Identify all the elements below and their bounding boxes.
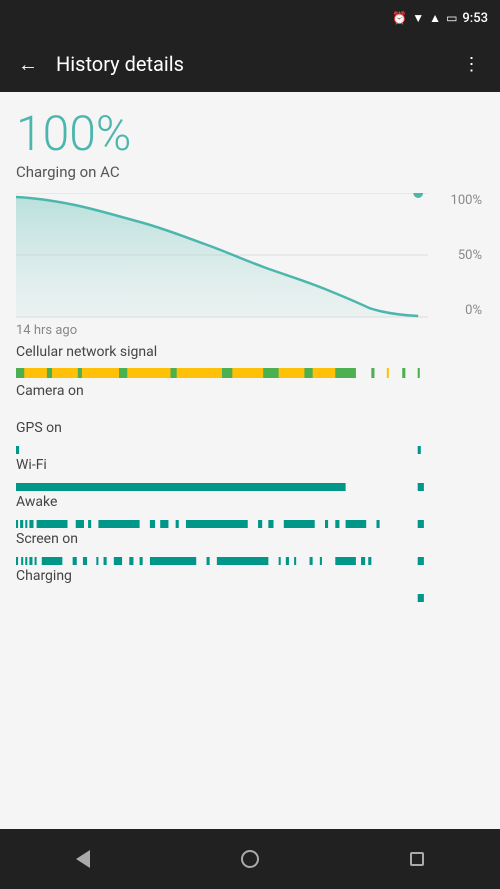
- main-content: 100% Charging on AC: [0, 92, 500, 595]
- alarm-icon: ⏰: [392, 11, 407, 25]
- camera-label: Camera on: [16, 383, 484, 399]
- nav-recents-button[interactable]: [387, 829, 447, 889]
- battery-icon: ▭: [446, 11, 457, 25]
- activity-row-gps: GPS on: [16, 420, 484, 447]
- chart-label-0: 0%: [465, 303, 482, 318]
- gps-label: GPS on: [16, 420, 484, 436]
- screen-label: Screen on: [16, 531, 484, 547]
- activity-row-awake: Awake: [16, 494, 484, 521]
- cellular-bar: [16, 363, 428, 373]
- chart-y-labels: 100% 50% 0%: [430, 193, 484, 318]
- status-icons: ⏰ ▼ ▲ ▭ 9:53: [392, 11, 488, 26]
- activity-row-screen: Screen on: [16, 531, 484, 558]
- navigation-bar: [0, 829, 500, 889]
- cellular-label: Cellular network signal: [16, 344, 484, 360]
- awake-label: Awake: [16, 494, 484, 510]
- app-bar: ← History details ⋮: [0, 36, 500, 92]
- nav-back-button[interactable]: [53, 829, 113, 889]
- battery-svg: [16, 193, 428, 318]
- battery-chart: 100% 50% 0% 14 hrs ago: [16, 193, 484, 338]
- status-bar: ⏰ ▼ ▲ ▭ 9:53: [0, 0, 500, 36]
- nav-home-button[interactable]: [220, 829, 280, 889]
- activity-row-charging: Charging: [16, 568, 484, 595]
- wifi-bar: [16, 476, 428, 484]
- awake-bar: [16, 513, 428, 521]
- camera-bar: [16, 402, 428, 410]
- chart-area: [16, 193, 428, 318]
- page-title: History details: [56, 52, 444, 76]
- gps-bar: [16, 439, 428, 447]
- charging-label: Charging: [16, 568, 484, 584]
- chart-label-50: 50%: [458, 248, 482, 263]
- signal-icon: ▲: [429, 11, 441, 25]
- chart-label-100: 100%: [451, 193, 482, 208]
- status-time: 9:53: [462, 11, 488, 26]
- nav-recents-icon: [410, 852, 424, 866]
- activity-row-camera: Camera on: [16, 383, 484, 410]
- overflow-menu-button[interactable]: ⋮: [452, 44, 492, 84]
- nav-home-icon: [241, 850, 259, 868]
- screen-bar: [16, 550, 428, 558]
- wifi-icon: ▼: [412, 11, 424, 25]
- charging-bar: [16, 587, 428, 595]
- back-button[interactable]: ←: [8, 44, 48, 84]
- activity-row-cellular: Cellular network signal: [16, 344, 484, 373]
- activity-section: Cellular network signal: [16, 344, 484, 595]
- time-label: 14 hrs ago: [16, 323, 77, 338]
- activity-row-wifi: Wi-Fi: [16, 457, 484, 484]
- wifi-label: Wi-Fi: [16, 457, 484, 473]
- battery-percentage: 100%: [16, 108, 484, 161]
- nav-back-icon: [76, 850, 90, 868]
- charging-status: Charging on AC: [16, 163, 484, 181]
